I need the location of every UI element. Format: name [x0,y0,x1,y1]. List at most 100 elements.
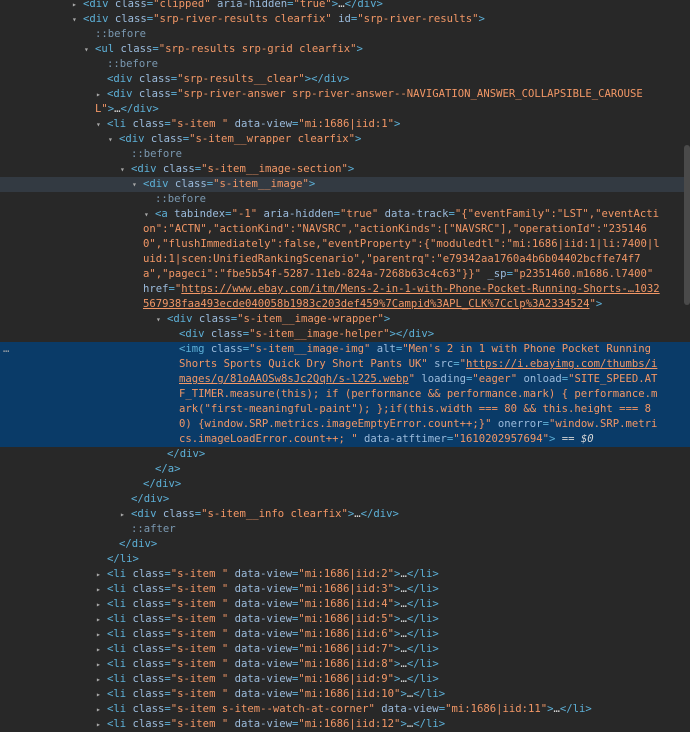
dom-node-row[interactable]: </a> [0,462,690,477]
dom-node-row[interactable]: Shorts Sports Quick Dry Short Pants UK" … [0,357,690,372]
vertical-scrollbar[interactable] [684,145,690,305]
dom-node-row[interactable]: ::before [0,147,690,162]
dom-node-row[interactable]: ▸ <li class="s-item " data-view="mi:1686|… [0,642,690,657]
dom-node-row[interactable]: </div> [0,477,690,492]
markup-token: "s-item " [170,628,229,640]
dom-node-row[interactable]: uid:1|scen:UnifiedRankingScenario","pare… [0,252,690,267]
dom-node-row[interactable]: ▸ <li class="s-item " data-view="mi:1686|… [0,597,690,612]
dom-node-row[interactable]: ::after [0,522,690,537]
markup-token: "mi:1686|iid:5" [298,613,395,625]
dom-node-row[interactable]: ▸ <li class="s-item " data-view="mi:1686|… [0,687,690,702]
dom-node-row[interactable]: ▾ <div class="s-item__image"> [0,177,690,192]
expand-triangle-icon[interactable]: ▸ [96,672,101,687]
markup-token: > [478,13,485,25]
dom-node-row[interactable]: ▾ <ul class="srp-results srp-grid clearfi… [0,42,690,57]
dom-node-row[interactable]: ▸ <li class="s-item " data-view="mi:1686|… [0,717,690,732]
dom-node-row[interactable]: ▸ <div class="clipped" aria-hidden="true"… [0,0,690,12]
markup-token[interactable]: https://i.ebayimg.com/thumbs/i [466,358,657,370]
markup-token: data-view [228,118,292,130]
markup-token[interactable]: 567938faa493ecde040058b1983c203def459%7C… [143,298,589,310]
expand-triangle-icon[interactable]: ▸ [96,657,101,672]
expand-triangle-icon[interactable]: ▸ [96,582,101,597]
expand-triangle-icon[interactable]: ▸ [96,702,101,717]
expand-triangle-icon[interactable]: ▸ [96,642,101,657]
dom-node-row[interactable]: </div> [0,447,690,462]
markup-token: "s-item " [170,598,229,610]
markup-token: "s-item__info clearfix" [201,508,348,520]
dom-node-row[interactable]: <div class="s-item__image-helper"></div> [0,327,690,342]
dom-node-row[interactable]: </div> [0,537,690,552]
markup-token: "mi:1686|iid:8" [298,658,395,670]
dom-node-row[interactable]: <div class="srp-results__clear"></div> [0,72,690,87]
collapse-triangle-icon[interactable]: ▾ [72,12,77,27]
markup-token[interactable]: https://www.ebay.com/itm/Mens-2-in-1-wit… [181,283,659,295]
markup-token: "-1" [231,208,258,220]
dom-node-row[interactable]: ▾ <div class="s-item__image-section"> [0,162,690,177]
markup-token: data-view [228,688,292,700]
markup-token: "mi:1686|iid:12" [298,718,401,730]
dom-node-row[interactable]: ▸ <li class="s-item " data-view="mi:1686|… [0,612,690,627]
expand-triangle-icon[interactable]: ▸ [96,597,101,612]
collapse-triangle-icon[interactable]: ▾ [132,177,137,192]
markup-token: </li> [406,673,439,685]
markup-token: <li [107,613,133,625]
collapse-triangle-icon[interactable]: ▾ [156,312,161,327]
dom-node-row[interactable]: … <img class="s-item__image-img" alt="Men… [0,342,690,357]
dom-node-row[interactable]: ▸ <li class="s-item " data-view="mi:1686|… [0,657,690,672]
dom-node-row[interactable]: ▸ <div class="s-item__info clearfix">…</d… [0,507,690,522]
markup-token[interactable]: mages/g/81oAAOSw8sJc2Qqh/s-l225.webp [179,373,409,385]
expand-triangle-icon[interactable]: ▸ [96,687,101,702]
markup-token: aria-hidden [257,208,334,220]
dom-node-row[interactable]: cs.imageLoadError.count++; " data-atftim… [0,432,690,447]
collapse-triangle-icon[interactable]: ▾ [108,132,113,147]
dom-node-row[interactable]: 0","flushImmediately":false,"eventProper… [0,237,690,252]
dom-node-row[interactable]: ▾ <div class="srp-river-results clearfix"… [0,12,690,27]
expand-triangle-icon[interactable]: ▸ [120,507,125,522]
dom-node-row[interactable]: ▾ <div class="s-item__image-wrapper"> [0,312,690,327]
expand-triangle-icon[interactable]: ▸ [96,612,101,627]
dom-node-row[interactable]: a","pageci":"fbe5b54f-5287-11eb-824a-726… [0,267,690,282]
markup-token: "srp-results__clear" [177,73,305,85]
dom-node-row[interactable]: ▾ <li class="s-item " data-view="mi:1686|… [0,117,690,132]
dom-node-row[interactable]: ▸ <li class="s-item " data-view="mi:1686|… [0,627,690,642]
expand-triangle-icon[interactable]: ▸ [96,717,101,732]
dom-node-row[interactable]: 0) {window.SRP.metrics.imageEmptyError.c… [0,417,690,432]
expand-triangle-icon[interactable]: ▸ [96,567,101,582]
markup-token: _sp [481,268,507,280]
collapse-triangle-icon[interactable]: ▾ [144,207,149,222]
collapse-triangle-icon[interactable]: ▾ [96,117,101,132]
dom-node-row[interactable]: ▸ <li class="s-item s-item--watch-at-corn… [0,702,690,717]
collapse-triangle-icon[interactable]: ▾ [120,162,125,177]
expand-triangle-icon[interactable]: ▸ [96,87,101,102]
markup-token: "s-item__image-helper" [249,328,390,340]
dom-node-row[interactable]: ▸ <div class="srp-river-answer srp-river-… [0,87,690,102]
dom-node-row[interactable]: F_TIMER.measure(this); if (performance &… [0,387,690,402]
dom-node-row[interactable]: ▾ <a tabindex="-1" aria-hidden="true" dat… [0,207,690,222]
dom-node-row[interactable]: ▾ <div class="s-item__wrapper clearfix"> [0,132,690,147]
expand-triangle-icon[interactable]: ▸ [96,627,101,642]
markup-token: "mi:1686|iid:1" [298,118,395,130]
markup-token: <li [107,673,133,685]
dom-node-row[interactable]: ark("first-meaningful-paint"); };if(this… [0,402,690,417]
dom-node-row[interactable]: mages/g/81oAAOSw8sJc2Qqh/s-l225.webp" lo… [0,372,690,387]
dom-node-row[interactable]: ▸ <li class="s-item " data-view="mi:1686|… [0,582,690,597]
expand-triangle-icon[interactable]: ▸ [72,0,77,12]
dom-node-row[interactable]: href="https://www.ebay.com/itm/Mens-2-in… [0,282,690,297]
dom-node-row[interactable]: ▸ <li class="s-item " data-view="mi:1686|… [0,672,690,687]
dom-node-row[interactable]: ▸ <li class="s-item " data-view="mi:1686|… [0,567,690,582]
dom-node-row[interactable]: on":"ACTN","actionKind":"NAVSRC","action… [0,222,690,237]
dom-node-row[interactable]: ::before [0,192,690,207]
dom-node-row[interactable]: </li> [0,552,690,567]
markup-token: ::after [131,523,176,535]
dom-node-row[interactable]: ::before [0,27,690,42]
markup-token: class [138,88,171,100]
markup-token: </li> [406,583,439,595]
dom-node-row[interactable]: </div> [0,492,690,507]
ellipsis-menu-icon[interactable]: … [3,342,9,357]
dom-node-row[interactable]: L">…</div> [0,102,690,117]
collapse-triangle-icon[interactable]: ▾ [84,42,89,57]
node-markup: <div class="s-item__image-wrapper"> [167,312,390,327]
dom-node-row[interactable]: 567938faa493ecde040058b1983c203def459%7C… [0,297,690,312]
dom-node-row[interactable]: ::before [0,57,690,72]
markup-token: class [150,133,183,145]
